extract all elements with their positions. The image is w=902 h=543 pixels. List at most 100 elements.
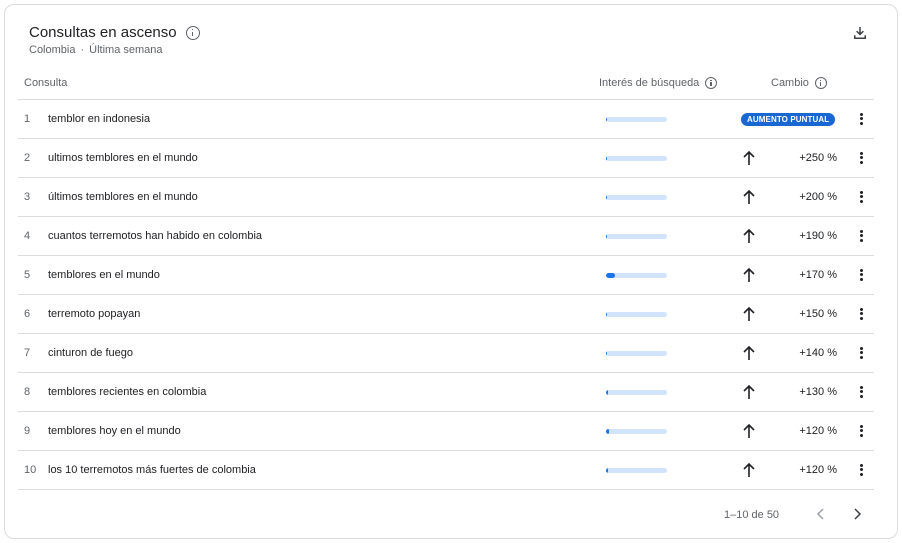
more-vert-icon[interactable] <box>857 111 865 127</box>
interest-bar-fill <box>606 312 608 317</box>
row-change-value: +190 % <box>799 230 837 242</box>
column-header-interest: Interés de búsqueda <box>599 77 718 89</box>
row-query-link[interactable]: temblores en el mundo <box>48 269 160 281</box>
interest-bar <box>606 273 667 278</box>
table-row[interactable]: 9 temblores hoy en el mundo +120 % <box>18 412 874 451</box>
info-icon[interactable] <box>705 77 718 89</box>
arrow-up-icon <box>743 423 755 438</box>
interest-bar <box>606 468 667 473</box>
more-vert-dot <box>859 390 863 393</box>
more-vert-icon[interactable] <box>857 345 865 361</box>
more-vert-dot <box>859 190 863 194</box>
row-change-value: +130 % <box>799 386 837 398</box>
more-vert-dot <box>859 429 863 432</box>
interest-bar-fill <box>606 117 608 122</box>
row-rank: 4 <box>24 230 31 242</box>
row-rank: 10 <box>24 464 37 476</box>
more-vert-icon[interactable] <box>857 462 865 478</box>
pagination: 1–10 de 50 <box>18 496 874 532</box>
row-rank: 1 <box>24 113 31 125</box>
row-query-link[interactable]: terremoto popayan <box>48 308 140 320</box>
interest-bar-fill <box>606 195 608 200</box>
row-rank: 3 <box>24 191 31 203</box>
row-query-link[interactable]: temblores recientes en colombia <box>48 386 206 398</box>
row-query-link[interactable]: los 10 terremotos más fuertes de colombi… <box>48 464 256 476</box>
arrow-up-icon <box>743 306 755 321</box>
row-query-link[interactable]: cinturon de fuego <box>48 347 133 359</box>
more-vert-icon[interactable] <box>857 228 865 244</box>
more-vert-dot <box>859 385 863 389</box>
row-query-link[interactable]: temblor en indonesia <box>48 113 150 125</box>
arrow-up-icon <box>743 462 755 477</box>
location-label: Colombia <box>29 44 76 56</box>
row-query-link[interactable]: últimos temblores en el mundo <box>48 191 198 203</box>
interest-bar <box>606 156 667 161</box>
more-vert-dot <box>859 199 863 203</box>
interest-bar-fill <box>606 156 608 161</box>
more-vert-dot <box>859 472 863 476</box>
table-row[interactable]: 1 temblor en indonesia AUMENTO PUNTUAL <box>18 100 874 139</box>
interest-bar <box>606 390 667 395</box>
more-vert-dot <box>859 433 863 437</box>
more-vert-dot <box>859 346 863 350</box>
card-subtitle: Colombia · Última semana <box>29 44 163 56</box>
table-header: Consulta Interés de búsqueda Cambio <box>18 66 874 100</box>
page-range-label: 1–10 de 50 <box>724 509 780 521</box>
arrow-up-icon <box>743 150 755 165</box>
more-vert-dot <box>859 117 863 120</box>
more-vert-dot <box>859 316 863 320</box>
table-row[interactable]: 7 cinturon de fuego +140 % <box>18 334 874 373</box>
row-change-value: +170 % <box>799 269 837 281</box>
more-vert-icon[interactable] <box>857 267 865 283</box>
more-vert-icon[interactable] <box>857 384 865 400</box>
table-row[interactable]: 4 cuantos terremotos han habido en colomb… <box>18 217 874 256</box>
query-table: 1 temblor en indonesia AUMENTO PUNTUAL 2 ult… <box>18 100 874 490</box>
interest-bar-fill <box>606 390 609 395</box>
interest-bar <box>606 429 667 434</box>
period-label: Última semana <box>89 44 163 56</box>
row-change-value: +120 % <box>799 425 837 437</box>
table-row[interactable]: 8 temblores recientes en colombia +130 % <box>18 373 874 412</box>
more-vert-dot <box>859 468 863 471</box>
row-query-link[interactable]: cuantos terremotos han habido en colombi… <box>48 230 262 242</box>
row-change-value: +250 % <box>799 152 837 164</box>
more-vert-dot <box>859 268 863 272</box>
info-icon[interactable] <box>814 77 827 89</box>
row-query-link[interactable]: temblores hoy en el mundo <box>48 425 181 437</box>
more-vert-dot <box>859 463 863 467</box>
interest-bar-fill <box>606 234 608 239</box>
interest-bar <box>606 234 667 239</box>
row-rank: 8 <box>24 386 31 398</box>
interest-bar <box>606 195 667 200</box>
column-header-change: Cambio <box>771 77 827 89</box>
table-row[interactable]: 6 terremoto popayan +150 % <box>18 295 874 334</box>
table-row[interactable]: 5 temblores en el mundo +170 % <box>18 256 874 295</box>
row-change-value: +140 % <box>799 347 837 359</box>
more-vert-dot <box>859 277 863 281</box>
more-vert-icon[interactable] <box>857 306 865 322</box>
interest-bar <box>606 117 667 122</box>
more-vert-dot <box>859 156 863 159</box>
chevron-right-icon[interactable] <box>849 505 865 523</box>
row-query-link[interactable]: ultimos temblores en el mundo <box>48 152 198 164</box>
more-vert-icon[interactable] <box>857 150 865 166</box>
row-change-value: +200 % <box>799 191 837 203</box>
more-vert-dot <box>859 151 863 155</box>
table-row[interactable]: 10 los 10 terremotos más fuertes de colom… <box>18 451 874 490</box>
table-row[interactable]: 2 ultimos temblores en el mundo +250 % <box>18 139 874 178</box>
more-vert-icon[interactable] <box>857 423 865 439</box>
card-title-text: Consultas en ascenso <box>29 24 177 41</box>
chevron-left-icon[interactable] <box>813 505 829 523</box>
row-change-value: +150 % <box>799 308 837 320</box>
info-icon[interactable] <box>185 25 200 40</box>
more-vert-dot <box>859 229 863 233</box>
more-vert-icon[interactable] <box>857 189 865 205</box>
column-header-change-label: Cambio <box>771 77 809 89</box>
interest-bar <box>606 351 667 356</box>
table-row[interactable]: 3 últimos temblores en el mundo +200 % <box>18 178 874 217</box>
row-rank: 6 <box>24 308 31 320</box>
card-title: Consultas en ascenso <box>29 24 200 41</box>
row-change-value: +120 % <box>799 464 837 476</box>
row-rank: 5 <box>24 269 31 281</box>
download-icon[interactable] <box>851 24 869 42</box>
